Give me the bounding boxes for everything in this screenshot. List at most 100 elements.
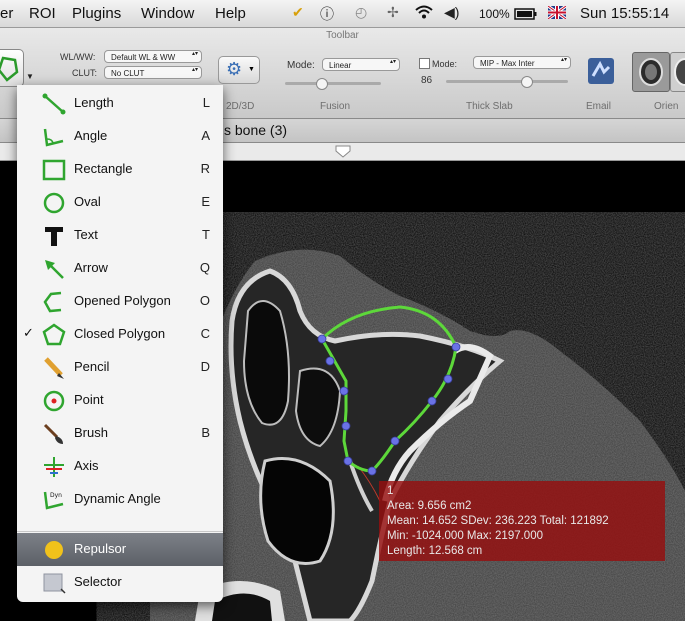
roi-length: Length: 12.568 cm xyxy=(387,545,483,557)
axis-icon xyxy=(44,457,64,477)
shortcut-key: O xyxy=(199,293,210,308)
selector-icon xyxy=(43,573,66,594)
roi-stats-minmax: Min: -1024.000 Max: 2197.000 xyxy=(387,530,543,542)
shortcut-key: B xyxy=(201,425,210,440)
menu-item-label: Opened Polygon xyxy=(74,293,171,308)
clock[interactable]: Sun 15:55:14 xyxy=(580,5,669,22)
axial-head-icon xyxy=(639,58,663,86)
fusion-mode-select[interactable]: Linear xyxy=(322,58,400,71)
menu-item-text[interactable]: Text T xyxy=(17,219,223,252)
menu-item-roi[interactable]: ROI xyxy=(29,5,56,22)
uk-flag-icon[interactable] xyxy=(547,4,567,22)
section-fusion: Fusion xyxy=(320,101,351,112)
roi-tool-button[interactable] xyxy=(0,49,24,87)
arrow-icon xyxy=(45,260,64,279)
fusion-slider[interactable] xyxy=(285,82,381,85)
orientation-axial-button[interactable] xyxy=(632,52,670,92)
menu-item-label: Repulsor xyxy=(74,541,127,556)
pencil-icon xyxy=(44,357,64,379)
clut-label: CLUT: xyxy=(72,68,98,78)
menu-item-brush[interactable]: Brush B xyxy=(17,417,223,450)
email-button[interactable] xyxy=(584,54,618,88)
menu-item-help[interactable]: Help xyxy=(215,5,246,22)
bluetooth-icon[interactable]: ✢ xyxy=(387,4,399,21)
section-email: Email xyxy=(586,101,612,112)
fusion-slider-knob[interactable] xyxy=(316,78,328,90)
rectangle-icon xyxy=(42,159,66,181)
menu-item-plugins[interactable]: Plugins xyxy=(72,5,121,22)
roi-name: 1 xyxy=(387,485,394,497)
roi-tool-menu: Length L Angle A Rectangle R Oval E Text… xyxy=(17,85,223,602)
menu-item-file-partial[interactable]: er xyxy=(0,5,13,22)
scrubber-handle[interactable] xyxy=(335,145,351,158)
closed-polygon-icon xyxy=(0,56,19,82)
wifi-icon[interactable] xyxy=(414,4,434,23)
thick-slab-value: 86 xyxy=(421,75,433,86)
menu-item-selector[interactable]: Selector xyxy=(17,566,223,599)
orientation-coronal-button[interactable] xyxy=(670,52,685,92)
settings-button[interactable]: ⚙ ▼ xyxy=(218,56,260,84)
thick-slab-slider[interactable] xyxy=(446,80,568,83)
shortcut-key: Q xyxy=(199,260,210,275)
menu-item-label: Brush xyxy=(74,425,108,440)
gear-icon: ⚙ xyxy=(226,59,243,79)
menu-item-oval[interactable]: Oval E xyxy=(17,186,223,219)
accessibility-icon[interactable]: ⓘ xyxy=(320,4,334,24)
menu-item-dynamic-angle[interactable]: Dyn Dynamic Angle xyxy=(17,483,223,516)
menu-item-label: Closed Polygon xyxy=(74,326,166,341)
text-icon xyxy=(45,227,63,246)
wlww-select[interactable]: Default WL & WW xyxy=(104,50,202,63)
menu-item-opened-polygon[interactable]: Opened Polygon O xyxy=(17,285,223,318)
angle-icon xyxy=(43,128,64,147)
menu-item-label: Rectangle xyxy=(74,161,133,176)
menu-separator xyxy=(17,531,223,532)
chevron-down-icon: ▼ xyxy=(248,66,255,73)
toolbar-title: Toolbar xyxy=(326,30,359,41)
menu-item-label: Angle xyxy=(74,128,108,143)
checkmark-status-icon[interactable]: ✔ xyxy=(292,4,304,21)
thick-slab-mode-checkbox[interactable] xyxy=(419,58,430,69)
shortcut-key: L xyxy=(202,95,210,110)
opened-polygon-icon xyxy=(43,291,62,313)
brush-icon xyxy=(43,423,63,444)
menu-item-label: Oval xyxy=(74,194,101,209)
repulsor-icon xyxy=(45,541,63,559)
menu-item-label: Text xyxy=(74,227,98,242)
dynamic-angle-icon: Dyn xyxy=(43,491,64,510)
menu-item-angle[interactable]: Angle A xyxy=(17,120,223,153)
chevron-down-icon[interactable]: ▼ xyxy=(26,72,34,81)
menu-item-window[interactable]: Window xyxy=(141,5,194,22)
shortcut-key: T xyxy=(202,227,210,242)
menu-bar: er ROI Plugins Window Help ✔ ⓘ ◴ ✢ ◀) 10… xyxy=(0,0,685,28)
shortcut-key: E xyxy=(201,194,210,209)
wlww-label: WL/WW: xyxy=(60,52,96,62)
menu-item-repulsor[interactable]: Repulsor xyxy=(17,533,223,566)
timemachine-icon[interactable]: ◴ xyxy=(355,4,367,21)
menu-item-closed-polygon[interactable]: ✓ Closed Polygon C xyxy=(17,318,223,351)
roi-stats-mean: Mean: 14.652 SDev: 236.223 Total: 121892 xyxy=(387,515,609,527)
menu-item-arrow[interactable]: Arrow Q xyxy=(17,252,223,285)
battery-icon[interactable] xyxy=(514,7,538,23)
volume-icon[interactable]: ◀) xyxy=(444,4,459,21)
menu-item-axis[interactable]: Axis xyxy=(17,450,223,483)
clut-select[interactable]: No CLUT xyxy=(104,66,202,79)
menu-item-label: Axis xyxy=(74,458,99,473)
thick-slab-slider-knob[interactable] xyxy=(521,76,533,88)
svg-text:Dyn: Dyn xyxy=(50,492,62,499)
shortcut-key: R xyxy=(200,161,210,176)
menu-item-label: Pencil xyxy=(74,359,110,374)
menu-item-length[interactable]: Length L xyxy=(17,87,223,120)
menu-item-pencil[interactable]: Pencil D xyxy=(17,351,223,384)
shortcut-key: D xyxy=(200,359,210,374)
closed-polygon-icon xyxy=(42,323,66,346)
menu-item-point[interactable]: Point xyxy=(17,384,223,417)
menu-item-label: Point xyxy=(74,392,104,407)
roi-info-box[interactable]: 1 Area: 9.656 cm2 Mean: 14.652 SDev: 236… xyxy=(379,481,665,561)
thick-slab-mode-label: Mode: xyxy=(432,59,458,69)
coronal-head-icon xyxy=(674,58,685,86)
thick-slab-mode-select[interactable]: MIP - Max Inter xyxy=(473,56,571,69)
shortcut-key: C xyxy=(200,326,210,341)
menu-item-rectangle[interactable]: Rectangle R xyxy=(17,153,223,186)
section-2d3d: 2D/3D xyxy=(226,101,255,112)
section-thick-slab: Thick Slab xyxy=(466,101,513,112)
